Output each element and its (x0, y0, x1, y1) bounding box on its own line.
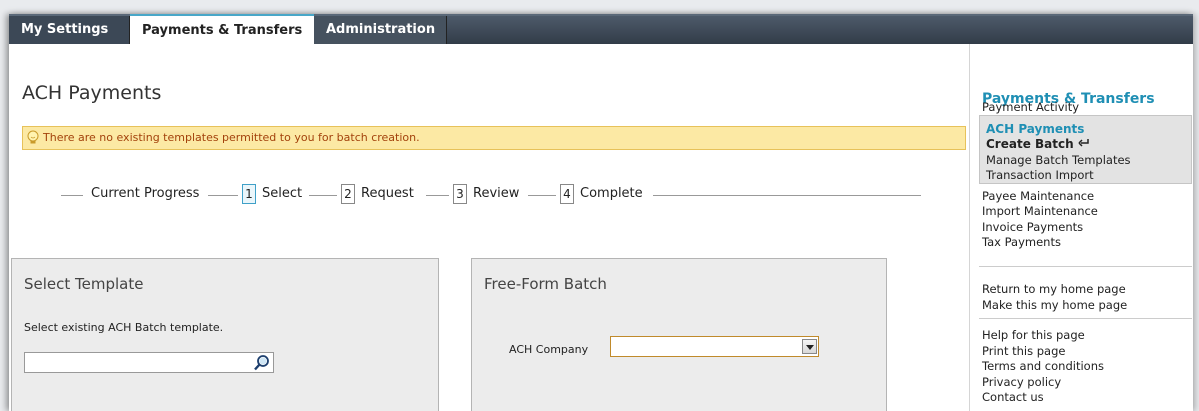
sidebar-item-transaction-import[interactable]: Transaction Import (986, 168, 1094, 182)
notice-banner: There are no existing templates permitte… (22, 126, 966, 150)
sidebar-item-return-home[interactable]: Return to my home page (982, 282, 1126, 296)
sidebar-ach-section: ACH Payments Create Batch Manage Batch T… (979, 115, 1192, 184)
sidebar-item-manage-batch-templates[interactable]: Manage Batch Templates (986, 153, 1131, 167)
sidebar-item-print[interactable]: Print this page (982, 344, 1065, 358)
tab-administration[interactable]: Administration (314, 16, 447, 44)
sidebar-divider (979, 318, 1192, 319)
ach-company-label: ACH Company (509, 343, 589, 356)
step-4-label: Complete (580, 186, 643, 201)
sidebar-item-create-batch[interactable]: Create Batch (986, 137, 1090, 151)
progress-label: Current Progress (91, 186, 200, 201)
progress-line (528, 195, 556, 196)
sidebar-item-payment-activity[interactable]: Payment Activity (982, 100, 1079, 114)
sidebar-divider (979, 266, 1192, 267)
sidebar-item-contact[interactable]: Contact us (982, 390, 1044, 404)
progress-line (653, 195, 921, 196)
sidebar-item-tax-payments[interactable]: Tax Payments (982, 235, 1061, 249)
main-content: ACH Payments There are no existing templ… (9, 44, 969, 411)
template-search-input[interactable] (24, 352, 274, 373)
step-1-label: Select (262, 186, 303, 201)
sidebar-item-privacy[interactable]: Privacy policy (982, 375, 1061, 389)
select-template-panel: Select Template Select existing ACH Batc… (11, 258, 439, 411)
app-window: My Settings Payments & Transfers Adminis… (9, 14, 1193, 411)
notice-text: There are no existing templates permitte… (43, 131, 420, 144)
sidebar: Payments & Transfers Payment Activity AC… (969, 44, 1193, 411)
progress-line (61, 195, 83, 196)
return-arrow-icon (1078, 139, 1089, 147)
sidebar-item-ach-payments[interactable]: ACH Payments (986, 122, 1084, 136)
dropdown-arrow-icon[interactable] (802, 339, 817, 354)
tab-my-settings[interactable]: My Settings (9, 16, 130, 44)
ach-company-select[interactable] (610, 336, 819, 357)
step-1-number: 1 (242, 184, 256, 204)
step-4-number: 4 (560, 184, 574, 204)
sidebar-current-label: Create Batch (986, 137, 1074, 151)
tab-payments-transfers[interactable]: Payments & Transfers (130, 14, 314, 46)
progress-indicator: Current Progress 1 Select 2 Request 3 Re… (61, 183, 921, 207)
step-3-number: 3 (453, 184, 467, 204)
lightbulb-icon (27, 130, 39, 144)
sidebar-item-invoice-payments[interactable]: Invoice Payments (982, 220, 1083, 234)
progress-line (309, 195, 337, 196)
sidebar-item-make-home[interactable]: Make this my home page (982, 298, 1127, 312)
free-form-batch-title: Free-Form Batch (484, 275, 607, 293)
top-navigation: My Settings Payments & Transfers Adminis… (9, 14, 1193, 46)
sidebar-item-terms[interactable]: Terms and conditions (982, 359, 1104, 373)
sidebar-item-import-maintenance[interactable]: Import Maintenance (982, 204, 1098, 218)
sidebar-item-payee-maintenance[interactable]: Payee Maintenance (982, 189, 1094, 203)
step-2-label: Request (361, 186, 414, 201)
sidebar-item-help[interactable]: Help for this page (982, 328, 1085, 342)
progress-line (208, 195, 238, 196)
step-2-number: 2 (341, 184, 355, 204)
page-title: ACH Payments (22, 82, 162, 104)
progress-line (426, 195, 449, 196)
free-form-batch-panel: Free-Form Batch ACH Company (471, 258, 887, 411)
select-template-title: Select Template (24, 275, 144, 293)
step-3-label: Review (473, 186, 520, 201)
magnifier-icon[interactable] (253, 354, 271, 372)
select-template-instruction: Select existing ACH Batch template. (24, 321, 224, 334)
